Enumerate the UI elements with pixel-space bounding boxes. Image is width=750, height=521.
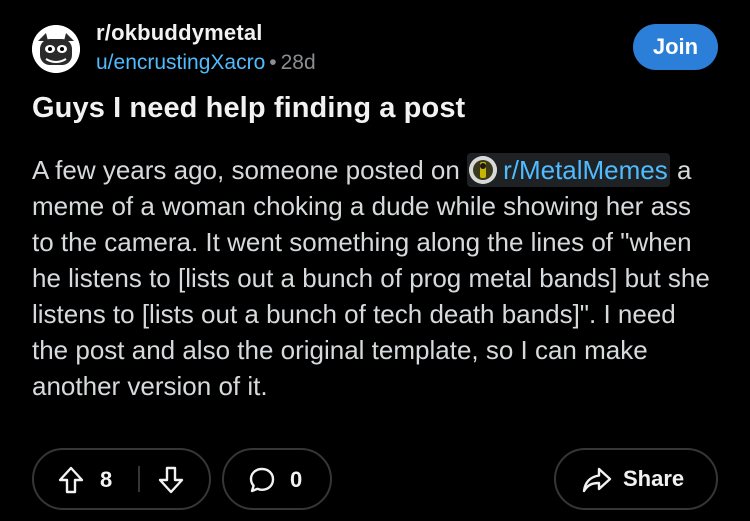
share-arrow-icon [582,467,612,498]
vote-bar: 8 [32,448,211,510]
share-button[interactable]: Share [554,448,718,510]
body-text-start: A few years ago, someone posted on [32,155,468,185]
arrow-up-icon[interactable] [58,466,84,499]
post-card: r/okbuddymetal u/encrustingXacro • 28d Joi… [0,0,750,521]
arrow-down-icon[interactable] [158,466,184,499]
author-link[interactable]: u/encrustingXacro [96,51,265,74]
post-body: A few years ago, someone posted on r/Met… [32,152,712,404]
subreddit-link[interactable]: r/okbuddymetal [96,18,316,48]
subreddit-mention-chip[interactable]: r/MetalMemes [467,153,670,187]
subreddit-mention-link[interactable]: r/MetalMemes [503,155,668,185]
vote-count: 8 [100,467,113,492]
post-age: 28d [280,51,316,74]
subreddit-avatar[interactable] [32,25,80,73]
speech-bubble-icon [248,466,276,499]
author-line: u/encrustingXacro • 28d [96,48,316,78]
join-button[interactable]: Join [633,24,718,70]
comments-button[interactable]: 0 [222,448,332,510]
separator-dot: • [269,51,277,74]
share-label: Share [623,466,685,491]
vote-divider [138,466,140,492]
post-title[interactable]: Guys I need help finding a post [32,88,465,128]
comment-count: 0 [290,467,303,492]
metalmemes-avatar-icon [469,156,498,184]
body-text-rest: a meme of a woman choking a dude while s… [32,155,710,401]
post-meta: r/okbuddymetal u/encrustingXacro • 28d [96,18,316,78]
